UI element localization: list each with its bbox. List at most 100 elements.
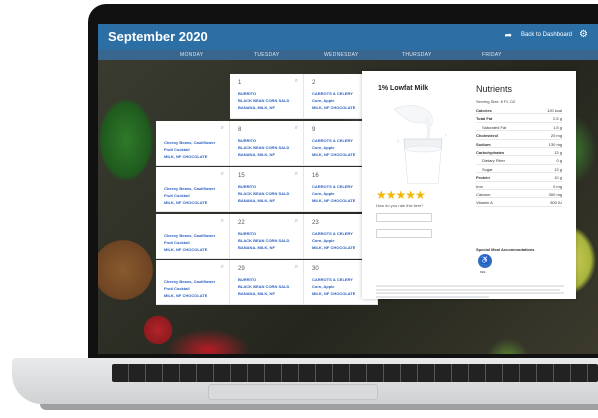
zoom-icon[interactable]: ⌕ [295, 125, 298, 132]
menu-item[interactable]: Fruit Cocktail [164, 240, 190, 245]
disclaimer-text [376, 285, 564, 299]
day-number: 8 [238, 127, 242, 133]
calendar-day-cell[interactable]: ⌕ Cheesy Beans, Cauliflower Fruit Cocktail… [156, 214, 230, 259]
menu-item[interactable]: MILK, NF CHOCOLATE [312, 152, 355, 157]
menu-item[interactable]: MILK, NF CHOCOLATE [164, 293, 207, 298]
rating-stars[interactable]: ★★★★★ [376, 188, 426, 202]
nutrient-value: 10 g [554, 175, 562, 181]
nutrient-value: 1.5 g [553, 124, 562, 130]
menu-item[interactable]: CARROTS & CELERY [312, 91, 353, 96]
day-label: WEDNESDAY [324, 52, 359, 58]
nutrient-label: Dietary Fiber [482, 158, 505, 164]
menu-item[interactable]: Cheesy Beans, Cauliflower [164, 279, 215, 284]
calendar-day-cell[interactable]: ⌕ Cheesy Beans, Cauliflower Fruit Cocktail… [156, 260, 230, 305]
nutrient-row: Total Fat 2.5 g [476, 114, 562, 123]
menu-item[interactable]: BLACK BEAN CORN SALD [238, 98, 289, 103]
zoom-icon[interactable]: ⌕ [295, 78, 298, 85]
menu-item[interactable]: Cheesy Beans, Cauliflower [164, 140, 215, 145]
menu-item[interactable]: BANANA, MILK, NF [238, 105, 275, 110]
rating-submit-field[interactable] [376, 229, 432, 238]
calendar-day-cell[interactable]: 8 ⌕ BURRITO BLACK BEAN CORN SALD BANANA, MIL… [230, 121, 304, 166]
nutrient-row: Iron 0 mg [476, 182, 562, 190]
nutrient-label: Total Fat [476, 116, 493, 122]
menu-item[interactable]: MILK, NF CHOCOLATE [312, 291, 355, 296]
menu-item[interactable]: Corn, Apple [312, 238, 335, 243]
person-accommodation-icon[interactable]: ♿ [478, 254, 492, 268]
nutrient-label: Sugar [482, 166, 493, 172]
menu-item[interactable]: CARROTS & CELERY [312, 231, 353, 236]
day-number: 15 [238, 173, 245, 179]
day-number: 1 [238, 80, 242, 86]
menu-item[interactable]: BANANA, MILK, NF [238, 291, 275, 296]
menu-item[interactable]: BANANA, MILK, NF [238, 198, 275, 203]
menu-item[interactable]: MILK, NF CHOCOLATE [312, 198, 355, 203]
app-header: September 2020 ➦ Back to Dashboard ⚙ [98, 24, 598, 50]
menu-item[interactable]: MILK, NF CHOCOLATE [164, 247, 207, 252]
zoom-icon[interactable]: ⌕ [295, 264, 298, 271]
menu-item[interactable]: Fruit Cocktail [164, 193, 190, 198]
menu-item[interactable]: MILK, NF CHOCOLATE [164, 154, 207, 159]
menu-item[interactable]: CARROTS & CELERY [312, 277, 353, 282]
menu-item[interactable]: Corn, Apple [312, 98, 335, 103]
menu-item[interactable]: BLACK BEAN CORN SALD [238, 238, 289, 243]
menu-item[interactable]: BURRITO [238, 184, 256, 189]
zoom-icon[interactable]: ⌕ [295, 171, 298, 178]
menu-item[interactable]: BLACK BEAN CORN SALD [238, 284, 289, 289]
menu-item[interactable]: Cheesy Beans, Cauliflower [164, 233, 215, 238]
nutrient-value: 130 mg [548, 141, 562, 147]
nutrient-label: Sodium [476, 141, 491, 147]
zoom-icon[interactable]: ⌕ [295, 218, 298, 225]
menu-item[interactable]: MILK, NF CHOCOLATE [312, 245, 355, 250]
rating-comment-input[interactable] [376, 213, 432, 222]
menu-item[interactable]: MILK, NF CHOCOLATE [164, 200, 207, 205]
calendar-day-cell[interactable]: ⌕ Cheesy Beans, Cauliflower Fruit Cocktail… [156, 121, 230, 166]
calendar-day-cell[interactable]: 29 ⌕ BURRITO BLACK BEAN CORN SALD BANANA, MI… [230, 260, 304, 305]
calendar-day-cell[interactable]: 15 ⌕ BURRITO BLACK BEAN CORN SALD BANANA, MI… [230, 167, 304, 212]
menu-item[interactable]: CARROTS & CELERY [312, 184, 353, 189]
nutrient-row: Sodium 130 mg [476, 140, 562, 148]
menu-item[interactable]: BURRITO [238, 277, 256, 282]
menu-item[interactable]: Fruit Cocktail [164, 286, 190, 291]
nutrients-table: Calories 120 kcal Total Fat 2.5 g Saturated … [476, 106, 562, 207]
nutrient-value: 13 g [554, 149, 562, 155]
zoom-icon[interactable]: ⌕ [221, 264, 224, 271]
serving-size: Serving Size: 8 FL OZ [476, 99, 516, 104]
share-arrow-icon[interactable]: ➦ [504, 30, 512, 41]
nutrient-value: 300 mg [548, 191, 562, 197]
menu-item[interactable]: Fruit Cocktail [164, 147, 190, 152]
menu-item[interactable]: BLACK BEAN CORN SALD [238, 145, 289, 150]
menu-item[interactable]: BURRITO [238, 91, 256, 96]
gear-icon[interactable]: ⚙ [579, 29, 588, 40]
menu-item[interactable]: BLACK BEAN CORN SALD [238, 191, 289, 196]
menu-item[interactable]: Corn, Apple [312, 145, 335, 150]
day-label: TUESDAY [254, 52, 280, 58]
nutrient-label: Cholesterol [476, 133, 499, 139]
menu-item[interactable]: MILK, NF CHOCOLATE [312, 105, 355, 110]
day-number: 9 [312, 127, 316, 133]
day-number: 30 [312, 266, 319, 272]
calendar-day-cell[interactable]: 1 ⌕ BURRITO BLACK BEAN CORN SALD BANANA, MIL… [230, 74, 304, 119]
calendar-day-cell[interactable]: 22 ⌕ BURRITO BLACK BEAN CORN SALD BANANA, MI… [230, 214, 304, 259]
laptop-base [12, 358, 598, 414]
calendar-day-cell[interactable]: ⌕ Cheesy Beans, Cauliflower Fruit Cocktail… [156, 167, 230, 212]
nutrient-row: Calories 120 kcal [476, 106, 562, 115]
menu-item[interactable]: CARROTS & CELERY [312, 138, 353, 143]
day-number: 29 [238, 266, 245, 272]
nutrient-label: Vitamin A [476, 200, 493, 206]
nutrient-row: Sugar 13 g [476, 165, 562, 174]
zoom-icon[interactable]: ⌕ [221, 218, 224, 225]
zoom-icon[interactable]: ⌕ [221, 125, 224, 132]
menu-item[interactable]: BANANA, MILK, NF [238, 245, 275, 250]
back-to-dashboard-link[interactable]: Back to Dashboard [521, 32, 572, 38]
menu-item[interactable]: Cheesy Beans, Cauliflower [164, 186, 215, 191]
menu-item[interactable]: Corn, Apple [312, 191, 335, 196]
menu-item[interactable]: BANANA, MILK, NF [238, 152, 275, 157]
menu-item[interactable]: Corn, Apple [312, 284, 335, 289]
nutrient-label: Carbohydrates [476, 149, 505, 155]
zoom-icon[interactable]: ⌕ [221, 171, 224, 178]
nutrient-value: 0 g [556, 158, 562, 164]
menu-item[interactable]: BURRITO [238, 138, 256, 143]
nutrient-label: Calcium [476, 191, 491, 197]
laptop-base-edge [40, 404, 598, 410]
menu-item[interactable]: BURRITO [238, 231, 256, 236]
